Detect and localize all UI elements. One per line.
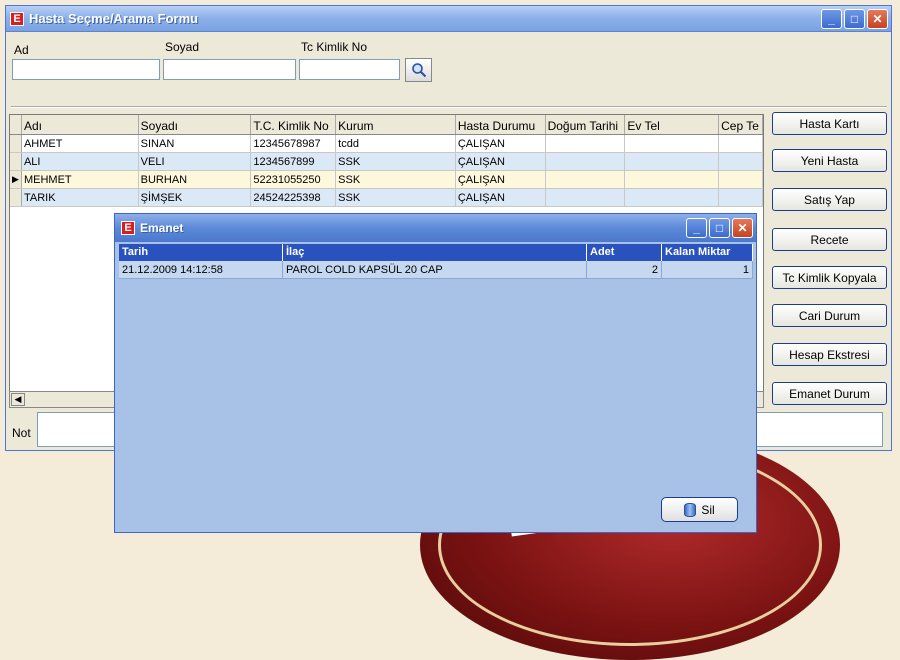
cell-dogum-tarihi[interactable] [546,135,626,152]
col-soyadi[interactable]: Soyadı [139,115,252,134]
not-label: Not [12,426,31,440]
col-ev-tel[interactable]: Ev Tel [625,115,720,134]
col-hasta-durumu[interactable]: Hasta Durumu [456,115,546,134]
cell-kalan-miktar[interactable]: 1 [662,261,753,278]
close-icon[interactable]: ✕ [732,218,753,238]
satis-yap-button[interactable]: Satış Yap [772,188,887,211]
window-title: Hasta Seçme/Arama Formu [29,11,199,26]
col-cep-tel[interactable]: Cep Te [719,115,764,134]
yeni-hasta-button[interactable]: Yeni Hasta [772,149,887,172]
tc-input[interactable] [299,59,400,80]
tc-kimlik-kopyala-button[interactable]: Tc Kimlik Kopyala [772,266,887,289]
emanet-titlebar[interactable]: E Emanet _ □ ✕ [115,214,756,242]
cell-cep-tel[interactable] [719,189,764,206]
col-tarih[interactable]: Tarih [119,244,283,261]
cell-ev-tel[interactable] [625,153,720,170]
col-adi[interactable]: Adı [22,115,139,134]
col-kalan-miktar[interactable]: Kalan Miktar [662,244,753,261]
cell-hasta-durumu[interactable]: ÇALIŞAN [456,153,546,170]
cell-tc[interactable]: 1234567899 [251,153,337,170]
cell-ev-tel[interactable] [625,171,720,188]
soyad-input[interactable] [163,59,296,80]
grid-header-row: Adı Soyadı T.C. Kimlik No Kurum Hasta Du… [10,115,764,135]
ad-input[interactable] [12,59,160,80]
cell-soyadi[interactable]: ŞİMŞEK [139,189,252,206]
table-row-selected[interactable]: ▶ MEHMET BURHAN 52231055250 SSK ÇALIŞAN [10,171,764,189]
cell-soyadi[interactable]: SINAN [139,135,252,152]
minimize-icon[interactable]: _ [686,218,707,238]
col-adet[interactable]: Adet [587,244,662,261]
cell-tc[interactable]: 12345678987 [251,135,337,152]
cell-hasta-durumu[interactable]: ÇALIŞAN [456,171,546,188]
minimize-icon[interactable]: _ [821,8,842,29]
cell-adi[interactable]: MEHMET [22,171,139,188]
app-logo-icon: E [121,221,135,235]
cell-kurum[interactable]: SSK [336,153,456,170]
separator [11,106,887,108]
sil-label: Sil [701,502,715,517]
cell-adet[interactable]: 2 [587,261,662,278]
cell-adi[interactable]: ALI [22,153,139,170]
cell-adi[interactable]: TARIK [22,189,139,206]
hesap-ekstresi-button[interactable]: Hesap Ekstresi [772,343,887,366]
cell-ev-tel[interactable] [625,135,720,152]
cell-cep-tel[interactable] [719,153,764,170]
tc-label: Tc Kimlik No [301,40,368,54]
emanet-window: E Emanet _ □ ✕ Tarih İlaç Adet Kalan Mik… [114,213,757,533]
emanet-durum-button[interactable]: Emanet Durum [772,382,887,405]
database-icon [684,502,697,517]
col-tc[interactable]: T.C. Kimlik No [251,115,337,134]
row-selector-icon: ▶ [10,171,22,188]
sil-button[interactable]: Sil [661,497,738,522]
cell-ilac[interactable]: PAROL COLD KAPSÜL 20 CAP [283,261,587,278]
col-ilac[interactable]: İlaç [283,244,587,261]
soyad-label: Soyad [165,40,200,54]
search-icon [411,63,426,78]
cell-kurum[interactable]: tcdd [336,135,456,152]
cell-tarih[interactable]: 21.12.2009 14:12:58 [119,261,283,278]
main-titlebar[interactable]: E Hasta Seçme/Arama Formu _ □ ✕ [6,6,891,32]
col-dogum-tarihi[interactable]: Doğum Tarihi [546,115,626,134]
cell-soyadi[interactable]: BURHAN [139,171,252,188]
cell-tc[interactable]: 24524225398 [251,189,337,206]
cell-hasta-durumu[interactable]: ÇALIŞAN [456,135,546,152]
table-row[interactable]: ALI VELI 1234567899 SSK ÇALIŞAN [10,153,764,171]
cell-kurum[interactable]: SSK [336,189,456,206]
cari-durum-button[interactable]: Cari Durum [772,304,887,327]
cell-cep-tel[interactable] [719,171,764,188]
cell-dogum-tarihi[interactable] [546,153,626,170]
cell-cep-tel[interactable] [719,135,764,152]
cell-tc[interactable]: 52231055250 [251,171,337,188]
app-logo-icon: E [10,11,24,26]
maximize-icon[interactable]: □ [709,218,730,238]
col-kurum[interactable]: Kurum [336,115,456,134]
emanet-title: Emanet [140,221,184,235]
cell-hasta-durumu[interactable]: ÇALIŞAN [456,189,546,206]
close-icon[interactable]: ✕ [867,8,888,29]
hasta-karti-button[interactable]: Hasta Kartı [772,112,887,135]
cell-dogum-tarihi[interactable] [546,189,626,206]
table-row[interactable]: 21.12.2009 14:12:58 PAROL COLD KAPSÜL 20… [119,261,753,279]
cell-kurum[interactable]: SSK [336,171,456,188]
search-button[interactable] [405,58,432,82]
table-row[interactable]: TARIK ŞİMŞEK 24524225398 SSK ÇALIŞAN [10,189,764,207]
table-row[interactable]: AHMET SINAN 12345678987 tcdd ÇALIŞAN [10,135,764,153]
maximize-icon[interactable]: □ [844,8,865,29]
scroll-left-icon[interactable]: ◀ [11,393,25,406]
cell-dogum-tarihi[interactable] [546,171,626,188]
emanet-header-row: Tarih İlaç Adet Kalan Miktar [119,244,753,261]
emanet-grid[interactable]: Tarih İlaç Adet Kalan Miktar 21.12.2009 … [119,244,753,499]
cell-ev-tel[interactable] [625,189,720,206]
ad-label: Ad [14,43,29,57]
cell-soyadi[interactable]: VELI [139,153,252,170]
recete-button[interactable]: Recete [772,228,887,251]
cell-adi[interactable]: AHMET [22,135,139,152]
